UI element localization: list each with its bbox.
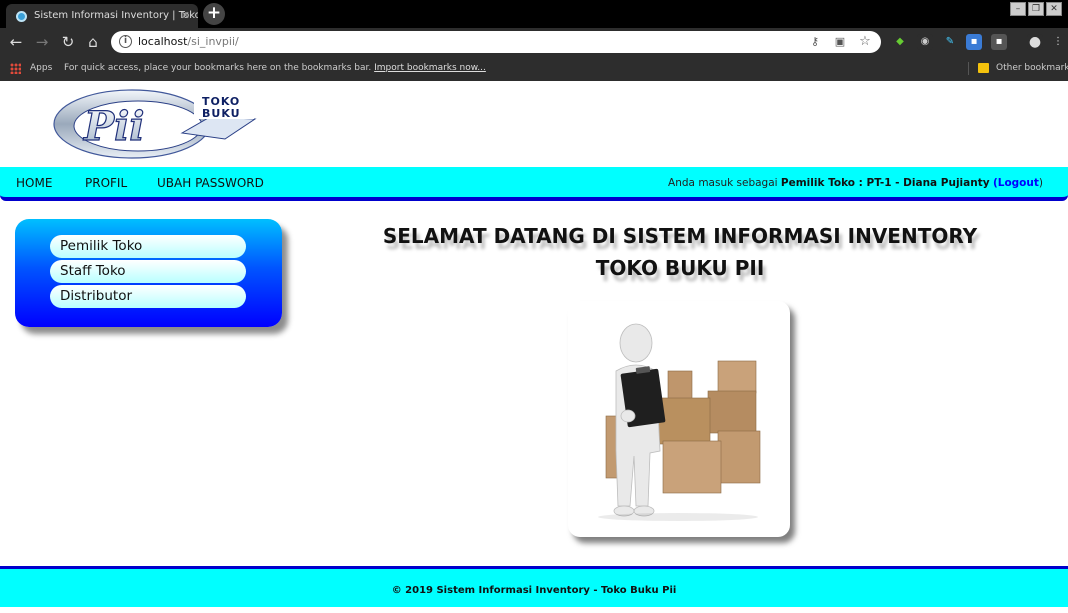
inventory-person-boxes-image [598,323,761,521]
new-tab-button[interactable]: + [203,3,225,25]
url-host: localhost [138,35,188,48]
welcome-title-line1: SELAMAT DATANG DI SISTEM INFORMASI INVEN… [382,224,978,248]
other-bookmarks-link[interactable]: Other bookmarks [996,57,1068,79]
logo-bottom-text: BUKU [202,107,241,120]
site-info-icon[interactable]: i [119,35,132,48]
logo-graphic: Pii TOKO BUKU [53,89,257,159]
apps-grid-icon[interactable] [10,63,21,74]
sidebar-item-staff-toko[interactable]: Staff Toko [50,260,246,283]
close-window-button[interactable]: ✕ [1046,2,1062,16]
logo-main-text: Pii [83,103,144,150]
browser-tab[interactable]: Sistem Informasi Inventory | Toko ✕ [6,4,198,28]
profile-icon[interactable]: ● [1027,34,1043,50]
extension-leaf-icon[interactable]: ◆ [892,34,908,50]
browser-toolbar: ← → ↻ ⌂ i localhost/si_invpii/ ⚷ ▣ ☆ ◆ ◉… [0,28,1068,57]
bookmarks-separator [968,62,969,75]
sidebar-item-pemilik-toko[interactable]: Pemilik Toko [50,235,246,258]
tab-strip: Sistem Informasi Inventory | Toko ✕ + – … [0,0,1068,28]
more-menu-icon[interactable]: ⋮ [1050,34,1066,50]
welcome-title-line2: TOKO BUKU PII [595,256,765,280]
user-info: Anda masuk sebagai Pemilik Toko : PT-1 -… [668,167,1043,199]
minimize-button[interactable]: – [1010,2,1026,16]
apps-link[interactable]: Apps [30,57,52,79]
nav-home-link[interactable]: HOME [16,167,52,199]
sidebar-menu: Pemilik Toko Staff Toko Distributor [15,219,282,327]
forward-icon[interactable]: → [33,33,51,51]
inventory-illustration [568,301,790,537]
extension-blue-icon[interactable]: ▪ [966,34,982,50]
url-path: /si_invpii/ [187,35,239,48]
page: Pii TOKO BUKU HOME PROFIL UBAH PASSWORD … [0,81,1068,607]
bookmarks-bar: Apps For quick access, place your bookma… [0,57,1068,81]
logout-link[interactable]: Logout [998,177,1039,189]
footer: © 2019 Sistem Informasi Inventory - Toko… [0,566,1068,607]
nav-profil-link[interactable]: PROFIL [85,167,127,199]
star-icon[interactable]: ☆ [858,35,872,49]
maximize-button[interactable]: ❐ [1028,2,1044,16]
top-navigation: HOME PROFIL UBAH PASSWORD Anda masuk seb… [0,167,1068,201]
sidebar-item-distributor[interactable]: Distributor [50,285,246,308]
logout-wrapper: (Logout) [993,177,1043,189]
bookmarks-hint-text: For quick access, place your bookmarks h… [64,63,372,73]
translate-icon[interactable]: ▣ [833,35,847,49]
tab-close-icon[interactable]: ✕ [181,4,190,28]
key-icon[interactable]: ⚷ [808,35,822,49]
extension-pencil-icon[interactable]: ✎ [942,34,958,50]
address-url[interactable]: localhost/si_invpii/ [138,31,239,53]
extension-globe-icon[interactable]: ◉ [917,34,933,50]
back-icon[interactable]: ← [7,33,25,51]
tab-favicon-icon [16,11,27,22]
address-bar[interactable]: i localhost/si_invpii/ ⚷ ▣ ☆ [111,31,881,53]
logout-close-paren: ) [1038,177,1043,189]
tab-title: Sistem Informasi Inventory | Toko [34,10,198,21]
home-icon[interactable]: ⌂ [84,33,102,51]
bookmarks-hint: For quick access, place your bookmarks h… [64,57,486,79]
import-bookmarks-link[interactable]: Import bookmarks now... [374,63,486,73]
reload-icon[interactable]: ↻ [59,33,77,51]
nav-ubah-password-link[interactable]: UBAH PASSWORD [157,167,264,199]
extension-badge-icon[interactable]: ▪ [991,34,1007,50]
footer-copyright: © 2019 Sistem Informasi Inventory - Toko… [391,585,677,596]
folder-icon [978,63,989,73]
site-logo[interactable]: Pii TOKO BUKU [50,87,262,161]
user-role: Pemilik Toko : PT-1 - Diana Pujianty [780,177,990,189]
browser-chrome: Sistem Informasi Inventory | Toko ✕ + – … [0,0,1068,81]
user-info-prefix: Anda masuk sebagai [668,177,778,189]
